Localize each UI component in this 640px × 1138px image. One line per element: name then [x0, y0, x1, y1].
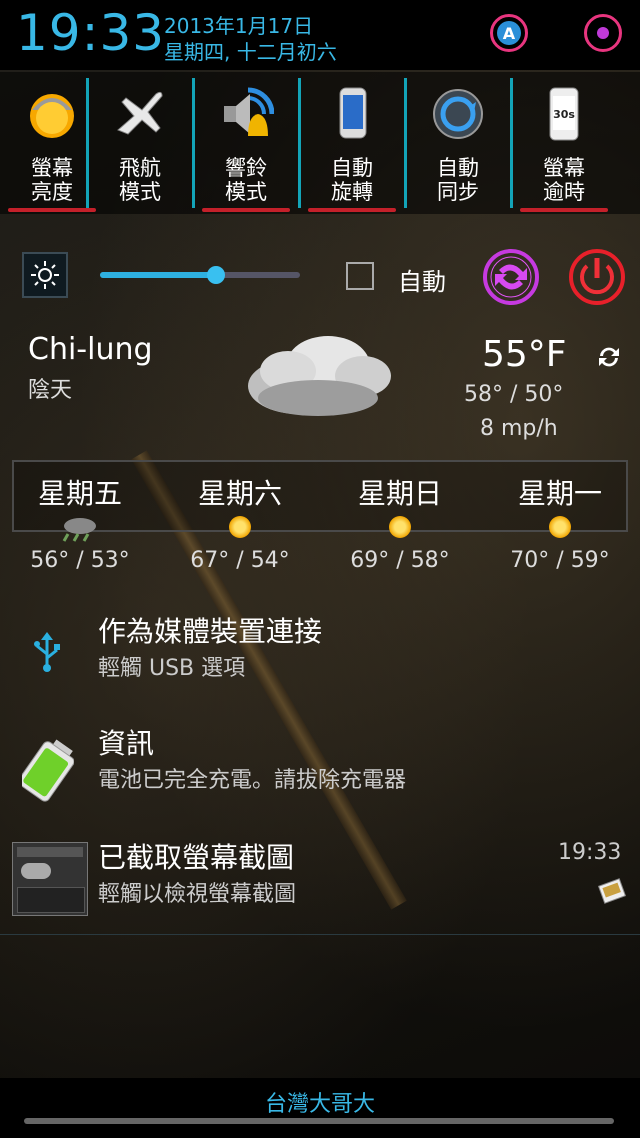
today-hi-lo: 58° / 50° — [464, 382, 564, 407]
toggle-sync[interactable]: 自動 同步 — [406, 72, 510, 214]
forecast-day-name: 星期六 — [197, 477, 282, 510]
toggle-indicator — [520, 208, 608, 212]
notification-subtitle: 輕觸 USB 選項 — [98, 656, 246, 681]
toggle-ringer-label-2: 模式 — [225, 180, 267, 204]
notification-battery[interactable]: 資訊 電池已完全充電。請拔除充電器 — [0, 712, 640, 822]
brightness-icon-button[interactable] — [22, 252, 68, 298]
notification-divider — [0, 934, 640, 935]
weather-condition: 陰天 — [28, 378, 73, 403]
carrier-bar: 台灣大哥大 — [0, 1078, 640, 1138]
auto-brightness-label: 自動 — [398, 268, 446, 296]
carrier-name: 台灣大哥大 — [264, 1092, 375, 1117]
toggle-indicator — [8, 208, 96, 212]
wind-speed: 8 mp/h — [480, 416, 558, 441]
forecast-temps: 69° / 58° — [350, 548, 450, 573]
toggle-screen-timeout[interactable]: 30s 螢幕 逾時 — [512, 72, 616, 214]
toggle-timeout-label-2: 逾時 — [543, 180, 585, 204]
refresh-icon[interactable] — [596, 344, 622, 370]
thumbnail-header — [17, 847, 83, 857]
app-a-button[interactable]: A — [490, 14, 528, 52]
airplane-icon — [117, 91, 163, 135]
toggle-rotate-label-2: 旋轉 — [331, 180, 373, 204]
forecast-day-name: 星期日 — [357, 477, 442, 510]
clock: 19:33 — [16, 4, 166, 62]
current-temperature: 55°F — [482, 334, 567, 375]
timeout-badge: 30s — [553, 108, 575, 121]
screen-timeout-icon: 30s — [549, 87, 579, 141]
forecast-day-name: 星期五 — [37, 477, 122, 510]
notification-subtitle: 輕觸以檢視螢幕截圖 — [98, 882, 297, 907]
toggle-rotate[interactable]: 自動 旋轉 — [300, 72, 404, 214]
date-line-2: 星期四, 十二月初六 — [164, 40, 337, 64]
thumbnail-cloud — [21, 863, 51, 879]
forecast-temps: 70° / 59° — [510, 548, 610, 573]
toggle-airplane-label-1: 飛航 — [119, 156, 161, 180]
brightness-slider[interactable] — [100, 266, 300, 284]
reboot-icon[interactable] — [482, 248, 540, 306]
sun-outline-icon — [31, 261, 59, 289]
sync-icon — [433, 89, 483, 139]
sun-icon — [549, 516, 571, 538]
rain-icon — [62, 518, 96, 542]
quick-toggles: 螢幕 亮度 飛航 模式 響鈴 模式 自動 旋轉 自動 同步 30s 螢幕 逾時 — [0, 72, 640, 214]
sun-icon — [389, 516, 411, 538]
settings-ring-button[interactable] — [584, 14, 622, 52]
toggle-rotate-label-1: 自動 — [331, 156, 373, 180]
ring-dot-icon — [597, 27, 609, 39]
brightness-slider-handle[interactable] — [207, 266, 225, 284]
toggle-sync-label-2: 同步 — [437, 180, 479, 204]
status-header: 19:33 2013年1月17日 星期四, 十二月初六 A — [0, 0, 640, 70]
forecast-temps: 56° / 53° — [30, 548, 130, 573]
toggle-ringer-label-1: 響鈴 — [225, 156, 267, 180]
battery-full-icon — [22, 739, 74, 802]
shade-drag-handle[interactable] — [24, 1118, 614, 1124]
forecast-temps: 67° / 54° — [190, 548, 290, 573]
date-line-1: 2013年1月17日 — [164, 14, 314, 38]
notification-title: 作為媒體裝置連接 — [98, 615, 323, 648]
toggle-indicator — [308, 208, 396, 212]
sun-icon — [229, 516, 251, 538]
thumbnail-body — [17, 887, 85, 913]
notification-title: 已截取螢幕截圖 — [98, 841, 295, 874]
cloud-icon — [248, 336, 391, 416]
forecast-day-name: 星期一 — [517, 477, 602, 510]
toggle-sync-label-1: 自動 — [437, 156, 479, 180]
speaker-bell-icon — [224, 87, 274, 136]
weather-city: Chi-lung — [28, 332, 153, 367]
notification-screenshot[interactable]: 已截取螢幕截圖 輕觸以檢視螢幕截圖 19:33 — [0, 828, 640, 928]
screenshot-thumbnail — [12, 842, 88, 916]
notification-title: 資訊 — [98, 727, 155, 760]
phone-rotate-icon — [339, 87, 367, 139]
notification-subtitle: 電池已完全充電。請拔除充電器 — [98, 768, 407, 793]
power-icon[interactable] — [568, 248, 626, 306]
usb-icon — [34, 632, 60, 672]
brightness-slider-fill — [100, 272, 216, 278]
toggle-airplane-label-2: 模式 — [119, 180, 161, 204]
notification-time: 19:33 — [558, 840, 622, 865]
auto-brightness-checkbox[interactable] — [346, 262, 374, 290]
sun-brightness-icon — [30, 94, 74, 138]
toggle-ringer[interactable]: 響鈴 模式 — [194, 72, 298, 214]
toggle-indicator — [202, 208, 290, 212]
gallery-icon — [598, 878, 626, 904]
toggle-timeout-label-1: 螢幕 — [543, 156, 585, 180]
letter-a-icon: A — [497, 21, 521, 45]
notification-usb[interactable]: 作為媒體裝置連接 輕觸 USB 選項 — [0, 600, 640, 710]
toggle-airplane[interactable]: 飛航 模式 — [88, 72, 192, 214]
